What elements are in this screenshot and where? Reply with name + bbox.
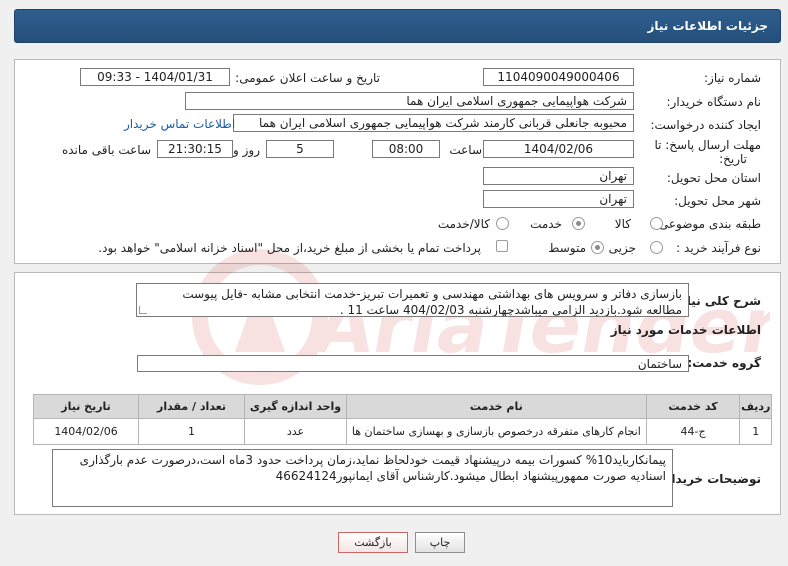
category-radio-service[interactable] bbox=[572, 217, 585, 230]
cell-quantity: 1 bbox=[138, 418, 246, 445]
purchase-type-label: نوع فرآیند خرید : bbox=[676, 241, 761, 255]
deadline-time-label: ساعت bbox=[449, 143, 482, 157]
creator-field: محبوبه جانعلی قربانی کارمند شرکت هواپیما… bbox=[233, 114, 634, 132]
col-service-name: نام خدمت bbox=[345, 394, 647, 419]
services-table: ردیف کد خدمت نام خدمت واحد اندازه گیری ت… bbox=[32, 394, 772, 445]
buyer-notes-text: پیمانکارباید10% کسورات بیمه درپیشنهاد قی… bbox=[79, 453, 666, 483]
announce-datetime-field: 1404/01/31 - 09:33 bbox=[80, 68, 230, 86]
purchase-option-medium: متوسط bbox=[548, 241, 586, 255]
deadline-date-field: 1404/02/06 bbox=[483, 140, 634, 158]
description-text: بازسازی دفاتر و سرویس های بهداشتی مهندسی… bbox=[182, 287, 682, 317]
treasury-checkbox[interactable] bbox=[496, 240, 508, 252]
service-group-label: گروه خدمت: bbox=[687, 356, 761, 370]
col-quantity: تعداد / مقدار bbox=[138, 394, 246, 419]
category-option-goods: کالا bbox=[614, 217, 631, 231]
services-section-title: اطلاعات خدمات مورد نیاز bbox=[610, 323, 761, 337]
category-radio-goods-service[interactable] bbox=[496, 217, 509, 230]
remaining-time-label: ساعت باقی مانده bbox=[61, 143, 151, 157]
cell-need-date: 1404/02/06 bbox=[32, 418, 140, 445]
buyer-contact-link[interactable]: اطلاعات تماس خریدار bbox=[124, 117, 235, 131]
city-field: تهران bbox=[483, 190, 634, 208]
table-row: 1 ج-44 انجام کارهای متفرقه درخصوص بازساز… bbox=[32, 418, 772, 445]
service-group-field: ساختمان bbox=[137, 355, 689, 372]
back-button[interactable]: بازگشت bbox=[338, 532, 408, 553]
category-option-goods-service: کالا/خدمت bbox=[437, 217, 490, 231]
city-label: شهر محل تحویل: bbox=[674, 194, 761, 208]
treasury-text: پرداخت تمام یا بخشی از مبلغ خرید،از محل … bbox=[98, 241, 481, 255]
purchase-option-minor: جزیی bbox=[608, 241, 636, 255]
province-label: استان محل تحویل: bbox=[666, 171, 761, 185]
province-field: تهران bbox=[483, 167, 634, 185]
page-title: جزئیات اطلاعات نیاز bbox=[647, 19, 768, 33]
buyer-notes-textarea: پیمانکارباید10% کسورات بیمه درپیشنهاد قی… bbox=[52, 449, 673, 507]
cell-service-name: انجام کارهای متفرقه درخصوص بازسازی و بهس… bbox=[345, 418, 647, 445]
cell-unit: عدد bbox=[244, 418, 347, 445]
print-button[interactable]: چاپ bbox=[415, 532, 465, 553]
need-info-panel bbox=[14, 59, 781, 264]
creator-label: ایجاد کننده درخواست: bbox=[650, 118, 761, 132]
table-header-row: ردیف کد خدمت نام خدمت واحد اندازه گیری ت… bbox=[32, 394, 772, 419]
cell-row-number: 1 bbox=[739, 418, 772, 445]
resize-grip-icon[interactable] bbox=[139, 306, 147, 314]
need-number-label: شماره نیاز: bbox=[704, 71, 761, 85]
remaining-time-field: 21:30:15 bbox=[157, 140, 233, 158]
col-row-number: ردیف bbox=[739, 394, 772, 419]
category-option-service: خدمت bbox=[530, 217, 562, 231]
col-unit: واحد اندازه گیری bbox=[244, 394, 347, 419]
cell-service-code: ج-44 bbox=[645, 418, 741, 445]
buyer-org-label: نام دستگاه خریدار: bbox=[666, 95, 762, 109]
purchase-radio-medium[interactable] bbox=[591, 241, 604, 254]
deadline-time-field: 08:00 bbox=[372, 140, 440, 158]
deadline-label-line2: تاریخ: bbox=[719, 152, 747, 166]
col-service-code: کد خدمت bbox=[645, 394, 741, 419]
remaining-days-label: روز و bbox=[233, 143, 260, 157]
category-label: طبقه بندی موضوعی: bbox=[654, 217, 761, 231]
buyer-notes-label: توضیحات خریدار: bbox=[659, 472, 761, 486]
purchase-radio-minor[interactable] bbox=[650, 241, 663, 254]
category-radio-goods[interactable] bbox=[650, 217, 663, 230]
page-header: جزئیات اطلاعات نیاز bbox=[14, 9, 781, 43]
need-number-field: 1104090049000406 bbox=[483, 68, 634, 86]
buyer-org-field: شرکت هواپیمایی جمهوری اسلامی ایران هما bbox=[185, 92, 634, 110]
deadline-label: مهلت ارسال پاسخ: تا bbox=[654, 138, 761, 152]
description-textarea: بازسازی دفاتر و سرویس های بهداشتی مهندسی… bbox=[136, 283, 689, 317]
announce-label: تاریخ و ساعت اعلان عمومی: bbox=[235, 71, 380, 85]
remaining-days-field: 5 bbox=[266, 140, 334, 158]
col-need-date: تاریخ نیاز bbox=[32, 394, 140, 419]
